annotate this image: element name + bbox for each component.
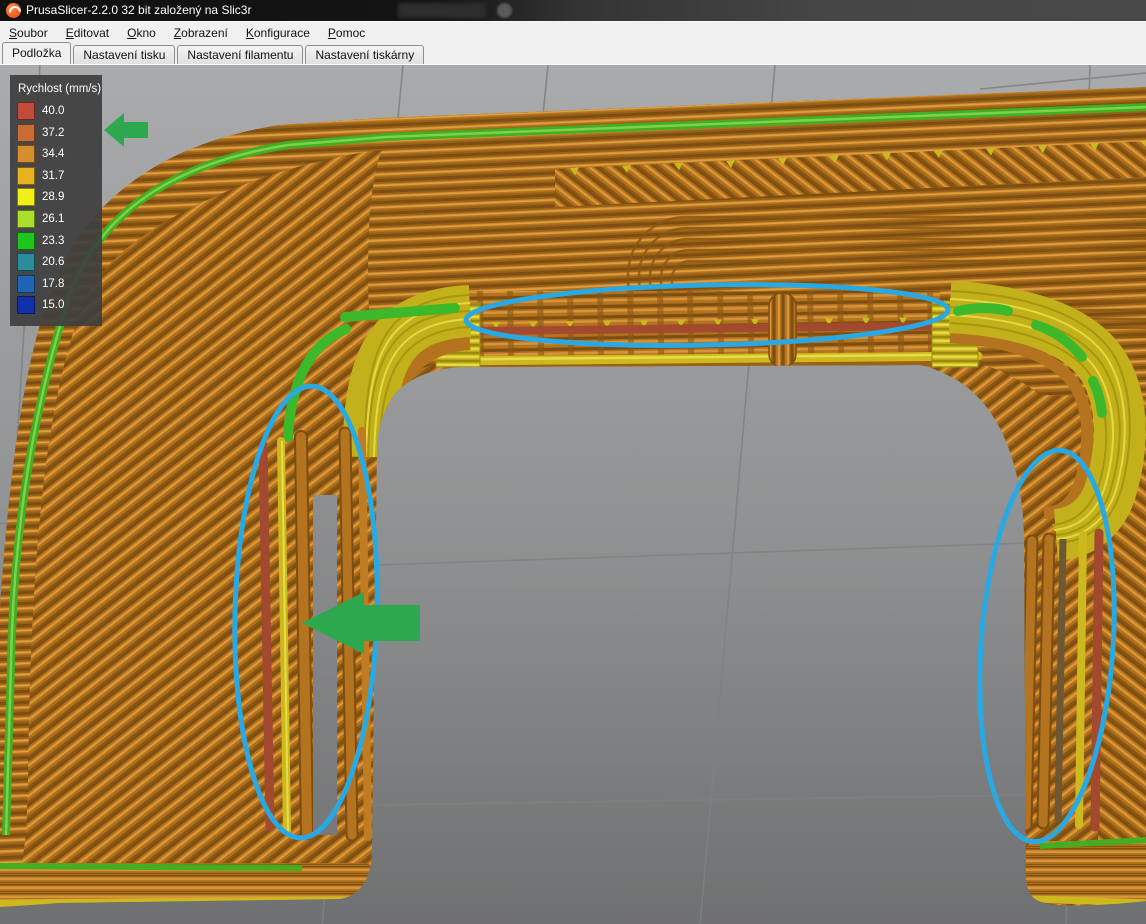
menu-item-editovat[interactable]: Editovat (57, 23, 118, 43)
tab-nastaven-tisk-rny[interactable]: Nastavení tiskárny (305, 45, 424, 64)
legend-value: 31.7 (42, 170, 64, 182)
legend-swatch (17, 232, 35, 250)
legend-row: 15.0 (17, 296, 95, 314)
legend-row: 31.7 (17, 167, 95, 185)
tab-podlo-ka[interactable]: Podložka (2, 42, 71, 64)
title-bar[interactable]: PrusaSlicer-2.2.0 32 bit založený na Sli… (0, 0, 1146, 21)
speed-legend: Rychlost (mm/s) 40.0 37.2 34.4 31.7 28.9 26.1… (10, 75, 102, 326)
legend-row: 23.3 (17, 232, 95, 250)
legend-swatch (17, 124, 35, 142)
legend-value: 34.4 (42, 148, 64, 160)
bridge-strip (436, 291, 980, 377)
legend-swatch (17, 275, 35, 293)
legend-swatch (17, 296, 35, 314)
legend-swatch (17, 210, 35, 228)
legend-swatch (17, 102, 35, 120)
app-logo-icon (6, 3, 21, 18)
legend-row: 17.8 (17, 275, 95, 293)
legend-value: 23.3 (42, 235, 64, 247)
legend-row: 20.6 (17, 253, 95, 271)
legend-value: 15.0 (42, 299, 64, 311)
legend-swatch (17, 253, 35, 271)
legend-title: Rychlost (mm/s) (18, 83, 95, 95)
legend-swatch (17, 145, 35, 163)
legend-row: 37.2 (17, 124, 95, 142)
gcode-preview-scene (0, 65, 1146, 924)
legend-value: 26.1 (42, 213, 64, 225)
legend-value: 28.9 (42, 191, 64, 203)
menu-bar: SouborEditovatOknoZobrazeníKonfiguracePo… (0, 21, 1146, 43)
menu-item-konfigurace[interactable]: Konfigurace (237, 23, 319, 43)
legend-row: 28.9 (17, 188, 95, 206)
tab-bar: PodložkaNastavení tiskuNastavení filamen… (2, 43, 1146, 64)
legend-rows: 40.0 37.2 34.4 31.7 28.9 26.1 23.3 20.6 17.8 15.0 (17, 102, 95, 314)
small-yellow-tab (754, 367, 778, 377)
menu-item-pomoc[interactable]: Pomoc (319, 23, 374, 43)
menu-item-okno[interactable]: Okno (118, 23, 165, 43)
legend-row: 26.1 (17, 210, 95, 228)
prusaslicer-window: PrusaSlicer-2.2.0 32 bit založený na Sli… (0, 0, 1146, 924)
right-leg-bottom-band (1026, 840, 1146, 904)
legend-value: 17.8 (42, 278, 64, 290)
seam-red-line (480, 326, 940, 331)
legend-value: 20.6 (42, 256, 64, 268)
left-leg-bottom-band (0, 863, 374, 907)
menu-item-soubor[interactable]: Soubor (0, 23, 57, 43)
arrow-legend-37 (104, 113, 148, 147)
tab-nastaven-filamentu[interactable]: Nastavení filamentu (177, 45, 303, 64)
legend-value: 37.2 (42, 127, 64, 139)
menu-item-zobrazení[interactable]: Zobrazení (165, 23, 237, 43)
3d-viewport[interactable]: Rychlost (mm/s) 40.0 37.2 34.4 31.7 28.9 26.1… (0, 64, 1146, 924)
background-window-blur (398, 3, 486, 18)
tab-nastaven-tisku[interactable]: Nastavení tisku (73, 45, 175, 64)
background-window-icon (497, 3, 512, 18)
window-title: PrusaSlicer-2.2.0 32 bit založený na Sli… (26, 3, 251, 17)
legend-row: 40.0 (17, 102, 95, 120)
legend-row: 34.4 (17, 145, 95, 163)
legend-swatch (17, 167, 35, 185)
center-seam-column (769, 293, 796, 367)
printed-object (0, 87, 1146, 907)
legend-swatch (17, 188, 35, 206)
legend-value: 40.0 (42, 105, 64, 117)
